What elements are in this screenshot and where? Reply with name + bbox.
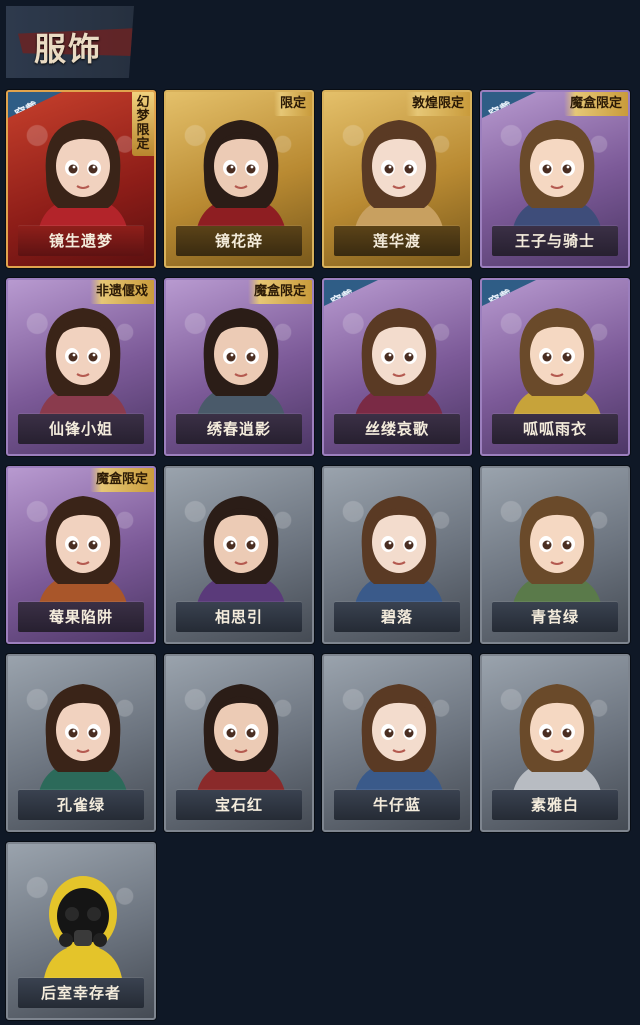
outfit-name-bar: 绣春逍影 (176, 414, 302, 444)
character-portrait (502, 104, 612, 234)
outfit-name: 丝缕哀歌 (364, 420, 429, 438)
outfit-name: 镜生遗梦 (48, 232, 113, 250)
outfit-name-bar: 孔雀绿 (18, 790, 144, 820)
portrait-icon (354, 684, 444, 798)
portrait-icon (354, 496, 444, 610)
outfit-name: 莓果陷阱 (48, 608, 113, 626)
character-portrait (186, 292, 296, 422)
portrait-icon (196, 120, 286, 234)
outfit-name-bar: 镜生遗梦 (18, 226, 144, 256)
outfit-name: 呱呱雨衣 (522, 420, 587, 438)
character-portrait (344, 292, 454, 422)
outfit-card[interactable]: 后室幸存者 (6, 842, 156, 1020)
character-portrait (344, 480, 454, 610)
outfit-name-bar: 莓果陷阱 (18, 602, 144, 632)
limited-tag: 魔盒限定 (563, 92, 628, 116)
character-portrait (344, 104, 454, 234)
portrait-icon (512, 496, 602, 610)
limited-tag: 限定 (273, 92, 312, 116)
character-portrait (502, 668, 612, 798)
outfit-name: 镜花辞 (214, 232, 263, 250)
outfit-name: 后室幸存者 (40, 984, 121, 1002)
outfit-card[interactable]: 镜生遗梦 幻梦限定 穿戴 (6, 90, 156, 268)
outfit-name: 绣春逍影 (206, 420, 271, 438)
portrait-icon (196, 684, 286, 798)
outfit-card[interactable]: 绣春逍影 魔盒限定 (164, 278, 314, 456)
outfit-name-bar: 素雅白 (492, 790, 618, 820)
outfit-name-bar: 牛仔蓝 (334, 790, 460, 820)
character-portrait (502, 480, 612, 610)
outfit-card[interactable]: 丝缕哀歌 穿戴 (322, 278, 472, 456)
outfit-name-bar: 丝缕哀歌 (334, 414, 460, 444)
character-portrait (502, 292, 612, 422)
character-portrait (28, 856, 138, 986)
outfit-name-bar: 青苔绿 (492, 602, 618, 632)
portrait-icon (512, 120, 602, 234)
portrait-icon (512, 684, 602, 798)
limited-tag: 魔盒限定 (89, 468, 154, 492)
outfit-name-bar: 碧落 (334, 602, 460, 632)
outfit-card[interactable]: 呱呱雨衣 穿戴 (480, 278, 630, 456)
outfit-card[interactable]: 碧落 (322, 466, 472, 644)
outfit-name-bar: 莲华渡 (334, 226, 460, 256)
limited-tag: 幻梦限定 (132, 92, 154, 156)
outfit-card[interactable]: 镜花辞 限定 (164, 90, 314, 268)
portrait-icon (38, 684, 128, 798)
outfit-card[interactable]: 莲华渡 敦煌限定 (322, 90, 472, 268)
outfit-name-bar: 仙锋小姐 (18, 414, 144, 444)
portrait-icon (43, 876, 123, 986)
limited-tag: 魔盒限定 (247, 280, 312, 304)
limited-tag: 非遗偃戏 (89, 280, 154, 304)
outfit-name: 莲华渡 (372, 232, 421, 250)
outfit-card[interactable]: 相思引 (164, 466, 314, 644)
portrait-icon (196, 308, 286, 422)
outfit-name-bar: 相思引 (176, 602, 302, 632)
character-portrait (28, 292, 138, 422)
character-portrait (28, 480, 138, 610)
character-portrait (186, 480, 296, 610)
outfit-name: 相思引 (214, 608, 263, 626)
outfit-card[interactable]: 素雅白 (480, 654, 630, 832)
character-portrait (28, 104, 138, 234)
outfit-card[interactable]: 王子与骑士 魔盒限定 穿戴 (480, 90, 630, 268)
character-portrait (344, 668, 454, 798)
portrait-icon (38, 308, 128, 422)
portrait-icon (38, 120, 128, 234)
portrait-icon (38, 496, 128, 610)
outfit-card[interactable]: 青苔绿 (480, 466, 630, 644)
limited-tag: 敦煌限定 (405, 92, 470, 116)
portrait-icon (196, 496, 286, 610)
outfit-name: 宝石红 (214, 796, 263, 814)
outfit-name-bar: 宝石红 (176, 790, 302, 820)
outfit-card[interactable]: 莓果陷阱 魔盒限定 (6, 466, 156, 644)
outfit-name: 素雅白 (530, 796, 579, 814)
character-portrait (186, 104, 296, 234)
outfit-name: 孔雀绿 (56, 796, 105, 814)
character-portrait (28, 668, 138, 798)
outfit-name: 碧落 (380, 608, 413, 626)
outfit-name-bar: 王子与骑士 (492, 226, 618, 256)
outfit-grid: 镜生遗梦 幻梦限定 穿戴 镜花辞 限定 莲华渡 敦煌限定 王子与骑士 魔盒限定 穿戴 仙锋小姐 非遗偃… (0, 0, 640, 1025)
outfit-name-bar: 呱呱雨衣 (492, 414, 618, 444)
portrait-icon (512, 308, 602, 422)
outfit-card[interactable]: 牛仔蓝 (322, 654, 472, 832)
outfit-name: 青苔绿 (530, 608, 579, 626)
character-portrait (186, 668, 296, 798)
portrait-icon (354, 120, 444, 234)
outfit-card[interactable]: 宝石红 (164, 654, 314, 832)
outfit-name-bar: 镜花辞 (176, 226, 302, 256)
outfit-name-bar: 后室幸存者 (18, 978, 144, 1008)
outfit-name: 仙锋小姐 (48, 420, 113, 438)
outfit-name: 牛仔蓝 (372, 796, 421, 814)
portrait-icon (354, 308, 444, 422)
outfit-card[interactable]: 孔雀绿 (6, 654, 156, 832)
outfit-card[interactable]: 仙锋小姐 非遗偃戏 (6, 278, 156, 456)
outfit-name: 王子与骑士 (514, 232, 595, 250)
